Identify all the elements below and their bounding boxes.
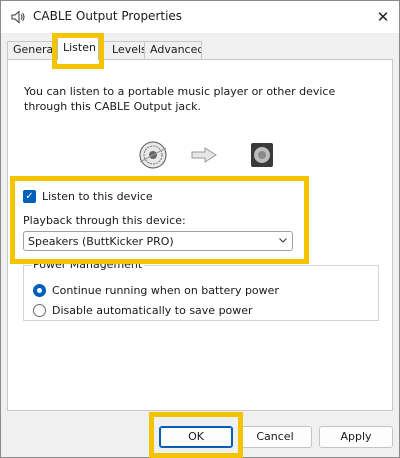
listen-checkbox[interactable]: ✓ bbox=[23, 189, 36, 203]
tab-strip: General Listen Levels Advanced bbox=[1, 33, 399, 60]
properties-dialog: CABLE Output Properties ✕ General Listen… bbox=[0, 0, 400, 458]
listen-checkbox-label: Listen to this device bbox=[42, 189, 153, 203]
close-icon: ✕ bbox=[376, 8, 390, 26]
chevron-down-icon bbox=[279, 238, 287, 243]
device-illustration bbox=[138, 140, 278, 170]
radio-continue-label: Continue running when on battery power bbox=[52, 283, 279, 297]
checkmark-icon: ✓ bbox=[25, 190, 34, 202]
radio-button[interactable] bbox=[33, 303, 46, 317]
apply-button[interactable]: Apply bbox=[319, 426, 393, 448]
close-button[interactable]: ✕ bbox=[369, 5, 397, 29]
listen-checkbox-row[interactable]: ✓ Listen to this device bbox=[23, 188, 153, 204]
tab-levels[interactable]: Levels bbox=[99, 41, 145, 59]
ok-button[interactable]: OK bbox=[159, 426, 233, 448]
radio-disable-automatically[interactable]: Disable automatically to save power bbox=[33, 302, 253, 318]
power-management-legend: Power Management bbox=[31, 258, 145, 271]
playback-label: Playback through this device: bbox=[23, 214, 186, 227]
radio-disable-label: Disable automatically to save power bbox=[52, 303, 253, 317]
playback-device-value: Speakers (ButtKicker PRO) bbox=[28, 235, 174, 248]
tab-general[interactable]: General bbox=[7, 41, 57, 59]
radio-button-checked[interactable] bbox=[33, 283, 46, 297]
window-title: CABLE Output Properties bbox=[33, 9, 183, 23]
cancel-button[interactable]: Cancel bbox=[238, 426, 312, 448]
speaker-device-icon bbox=[251, 143, 273, 167]
arrow-right-icon bbox=[191, 147, 217, 163]
playback-device-select[interactable]: Speakers (ButtKicker PRO) bbox=[23, 231, 293, 251]
title-bar: CABLE Output Properties ✕ bbox=[1, 1, 399, 33]
tab-advanced[interactable]: Advanced bbox=[144, 41, 202, 59]
tab-listen[interactable]: Listen bbox=[57, 37, 99, 60]
speaker-icon bbox=[11, 10, 25, 24]
radio-continue-running[interactable]: Continue running when on battery power bbox=[33, 282, 279, 298]
intro-text: You can listen to a portable music playe… bbox=[24, 85, 336, 113]
cable-jack-icon bbox=[139, 141, 167, 169]
